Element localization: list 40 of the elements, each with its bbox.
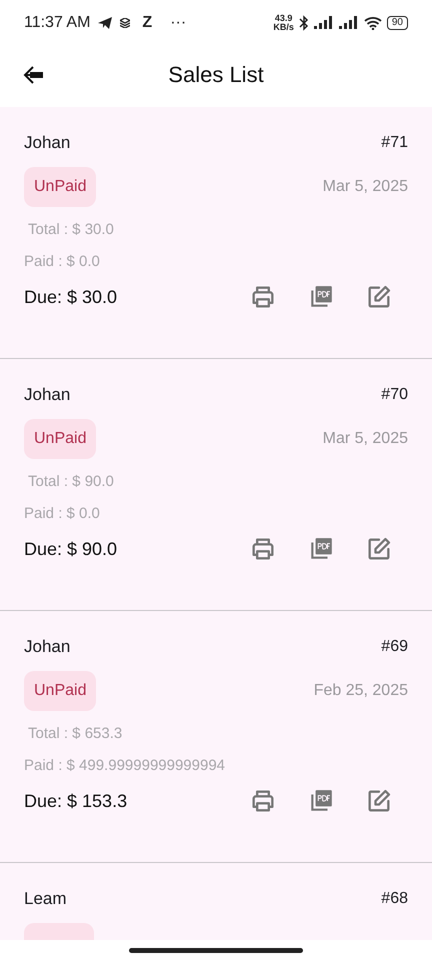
due-amount: Due: $ 153.3 <box>24 790 128 812</box>
status-letter: Z <box>142 14 152 32</box>
customer-name: Johan <box>24 385 70 405</box>
sale-card[interactable]: Johan #71 UnPaid Mar 5, 2025 Total : $ 30.0 Paid : $ 0.0 Due: $ 30.0 <box>0 107 432 359</box>
sale-date: Feb 25, 2025 <box>314 682 408 700</box>
page-title: Sales List <box>168 62 264 88</box>
layers-icon <box>120 18 130 28</box>
total-amount: Total : $ 653.3 <box>27 725 124 742</box>
status-badge: UnPaid <box>24 167 96 207</box>
signal-icon <box>338 16 359 29</box>
paid-amount: Paid : $ 0.0 <box>24 505 101 522</box>
signal-icon <box>314 16 334 29</box>
due-amount: Due: $ 30.0 <box>24 286 118 308</box>
sale-card[interactable]: Johan #70 UnPaid Mar 5, 2025 Total : $ 90.0 Paid : $ 0.0 Due: $ 90.0 <box>0 359 432 611</box>
status-badge: UnPaid <box>24 671 96 711</box>
status-badge: UnPaid <box>24 419 96 459</box>
sale-card[interactable]: Leam #68 <box>0 863 432 940</box>
invoice-number: #71 <box>381 134 408 152</box>
more-notifications: ··· <box>170 14 186 32</box>
wifi-icon <box>364 16 382 30</box>
gesture-handle[interactable] <box>129 948 303 953</box>
battery-level: 90 <box>386 16 408 30</box>
status-time: 11:37 AM <box>24 14 90 32</box>
customer-name: Johan <box>24 637 70 657</box>
network-speed: 43.9 KB/s <box>273 14 294 32</box>
customer-name: Leam <box>24 889 67 909</box>
total-amount: Total : $ 90.0 <box>27 473 115 490</box>
sale-card[interactable]: Johan #69 UnPaid Feb 25, 2025 Total : $ 653.3 Paid : $ 499.99999999999994 Due: $ 153.3 <box>0 611 432 863</box>
invoice-number: #68 <box>381 890 408 908</box>
invoice-number: #70 <box>381 386 408 404</box>
total-amount: Total : $ 30.0 <box>27 221 115 238</box>
bluetooth-icon <box>298 14 309 30</box>
send-icon <box>98 16 112 28</box>
customer-name: Johan <box>24 133 70 153</box>
due-amount: Due: $ 90.0 <box>24 538 118 560</box>
sale-date: Mar 5, 2025 <box>322 430 408 448</box>
invoice-number: #69 <box>381 638 408 656</box>
paid-amount: Paid : $ 0.0 <box>24 253 101 270</box>
sale-date: Mar 5, 2025 <box>322 178 408 196</box>
paid-amount: Paid : $ 499.99999999999994 <box>24 757 226 774</box>
